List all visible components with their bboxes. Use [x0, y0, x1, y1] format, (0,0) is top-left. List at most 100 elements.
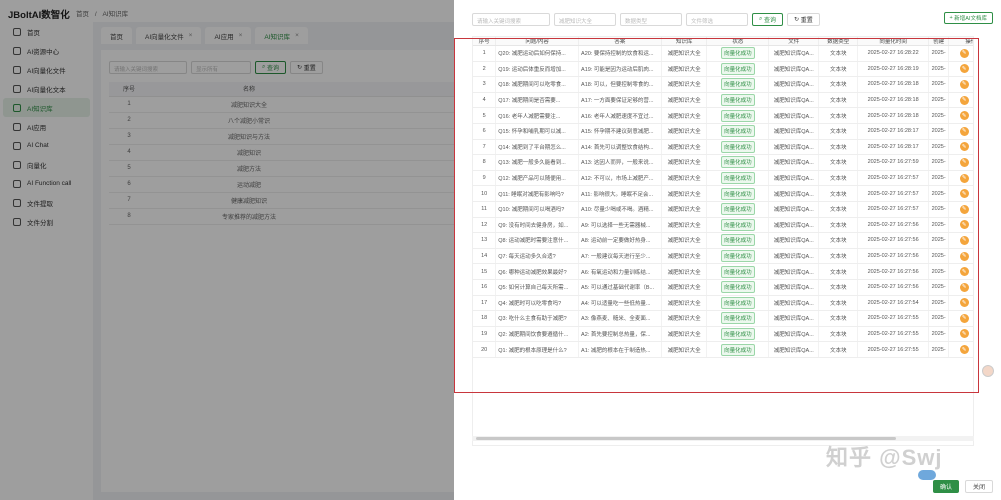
cell-created: 2025-: [928, 217, 950, 234]
edit-icon[interactable]: ✎: [959, 313, 969, 323]
edit-icon[interactable]: ✎: [959, 173, 969, 183]
edit-icon[interactable]: ✎: [959, 79, 969, 89]
edit-icon[interactable]: ✎: [959, 267, 969, 277]
edit-icon[interactable]: ✎: [959, 48, 969, 58]
edit-icon[interactable]: ✎: [959, 298, 969, 308]
doc-col-6: 数据类型: [818, 37, 859, 46]
delete-icon[interactable]: ▪: [972, 173, 973, 183]
cell-q: Q20: 减肥运动后如何保持...: [495, 45, 580, 62]
floating-avatar[interactable]: [982, 365, 994, 377]
cell-q: Q10: 减肥期间可以喝酒吗?: [495, 201, 580, 218]
table-row[interactable]: 2 Q19: 运动后体重反而增加... A19: 可能是因为运动后肌肉... 减肥知识…: [473, 61, 973, 78]
delete-icon[interactable]: ▪: [972, 204, 973, 214]
row-actions: ✎▪: [959, 95, 973, 105]
table-row[interactable]: 14 Q7: 每天运动多久合适? A7: 一般建议每天进行至少... 减肥知识大全 向量…: [473, 248, 973, 265]
table-row[interactable]: 13 Q8: 运动减肥时需要注意什... A8: 运动前一定要做好热身... 减肥知识…: [473, 232, 973, 249]
status-badge: 向量化成功: [721, 94, 755, 107]
table-row[interactable]: 18 Q3: 吃什么主食有助于减肥? A3: 像燕麦、糙米、全麦面... 减肥知识大全…: [473, 310, 973, 327]
drawer-reset-button[interactable]: ↻ 重置: [787, 12, 820, 26]
doc-col-0: 序号: [473, 37, 497, 46]
cell-status: 向量化成功: [706, 45, 770, 62]
table-row[interactable]: 20 Q1: 减肥的根本原理是什么? A1: 减肥的根本在于制造热... 减肥知识大全…: [473, 341, 973, 358]
add-doc-button[interactable]: + 新增AI文档库: [943, 12, 993, 24]
cell-file: 减肥知识库QA...: [768, 76, 820, 93]
table-row[interactable]: 9 Q12: 减肥产品可以随便用... A12: 不可以，市场上减肥产... 减肥知识…: [473, 170, 973, 187]
delete-icon[interactable]: ▪: [972, 235, 973, 245]
cell-kb: 减肥知识大全: [661, 154, 708, 171]
edit-icon[interactable]: ✎: [959, 95, 969, 105]
cell-kb: 减肥知识大全: [661, 341, 708, 358]
delete-icon[interactable]: ▪: [972, 329, 973, 339]
delete-icon[interactable]: ▪: [972, 282, 973, 292]
delete-icon[interactable]: ▪: [972, 126, 973, 136]
delete-icon[interactable]: ▪: [972, 267, 973, 277]
cell-actions: ✎▪: [948, 310, 973, 327]
drawer-kb-select[interactable]: 减肥知识大全: [554, 12, 616, 26]
cell-type: 文本块: [818, 295, 859, 312]
floating-assistant-button[interactable]: [918, 470, 936, 480]
delete-icon[interactable]: ▪: [972, 111, 973, 121]
delete-icon[interactable]: ▪: [972, 64, 973, 74]
cell-created: 2025-: [928, 295, 950, 312]
table-row[interactable]: 12 Q9: 没有时间去健身房，如... A9: 可以选择一些无需器械... 减肥知识…: [473, 217, 973, 234]
drawer-file-select[interactable]: 文件筛选: [686, 12, 748, 26]
row-actions: ✎▪: [959, 142, 973, 152]
edit-icon[interactable]: ✎: [959, 345, 969, 355]
delete-icon[interactable]: ▪: [972, 189, 973, 199]
table-row[interactable]: 4 Q17: 减肥期间是否需要... A17: 一方面要保证足够的营... 减肥知识大…: [473, 92, 973, 109]
close-button[interactable]: 关闭: [964, 480, 993, 493]
table-row[interactable]: 17 Q4: 减肥时可以吃零食吗? A4: 可以适量吃一些低热量... 减肥知识大全向…: [473, 295, 973, 312]
edit-icon[interactable]: ✎: [959, 111, 969, 121]
table-row[interactable]: 7 Q14: 减肥到了平台期怎么... A14: 首先可以调整饮食结构... 减肥知识…: [473, 139, 973, 156]
doc-col-4: 状态: [706, 37, 770, 46]
status-badge: 向量化成功: [721, 281, 755, 294]
delete-icon[interactable]: ▪: [972, 95, 973, 105]
delete-icon[interactable]: ▪: [972, 142, 973, 152]
delete-icon[interactable]: ▪: [972, 157, 973, 167]
cell-kb: 减肥知识大全: [661, 310, 708, 327]
edit-icon[interactable]: ✎: [959, 126, 969, 136]
table-row[interactable]: 5 Q16: 老年人减肥需要注... A16: 老年人减肥速度不宜过... 减肥知识大…: [473, 107, 973, 124]
cell-time: 2025-02-27 16:28:22: [857, 45, 929, 62]
edit-icon[interactable]: ✎: [959, 329, 969, 339]
table-row[interactable]: 1 Q20: 减肥运动后如何保持... A20: 要保持控制的饮食和运... 减肥知识…: [473, 45, 973, 62]
drawer-type-select[interactable]: 数据类型: [620, 12, 682, 26]
confirm-button[interactable]: 确认: [932, 480, 959, 493]
cell-no: 6: [473, 123, 497, 140]
edit-icon[interactable]: ✎: [959, 189, 969, 199]
delete-icon[interactable]: ▪: [972, 220, 973, 230]
cell-created: 2025-: [928, 61, 950, 78]
cell-time: 2025-02-27 16:27:57: [857, 185, 929, 202]
status-badge: 向量化成功: [721, 234, 755, 247]
edit-icon[interactable]: ✎: [959, 251, 969, 261]
cell-time: 2025-02-27 16:27:56: [857, 263, 929, 280]
drawer-query-button[interactable]: ⌕ 查询: [752, 12, 784, 26]
delete-icon[interactable]: ▪: [972, 313, 973, 323]
cell-no: 13: [473, 232, 497, 249]
delete-icon[interactable]: ▪: [972, 251, 973, 261]
edit-icon[interactable]: ✎: [959, 142, 969, 152]
table-row[interactable]: 3 Q18: 减肥期间可以吃零食... A18: 可以，但要控制零食的... 减肥知识…: [473, 76, 973, 93]
table-row[interactable]: 8 Q13: 减肥一般多久能看到... A13: 这因人而异，一般来说... 减肥知识…: [473, 154, 973, 171]
modal-overlay[interactable]: [0, 0, 454, 500]
delete-icon[interactable]: ▪: [972, 345, 973, 355]
cell-file: 减肥知识库QA...: [768, 201, 820, 218]
drawer-search-input[interactable]: 请输入关键词搜索: [472, 12, 550, 26]
edit-icon[interactable]: ✎: [959, 282, 969, 292]
table-row[interactable]: 19 Q2: 减肥期间饮食要遵循什... A2: 首先要控制总热量，保... 减肥知识…: [473, 326, 973, 343]
delete-icon[interactable]: ▪: [972, 48, 973, 58]
edit-icon[interactable]: ✎: [959, 220, 969, 230]
table-row[interactable]: 6 Q15: 怀孕和哺乳期可以减... A15: 怀孕期不建议刻意减肥... 减肥知识…: [473, 123, 973, 140]
edit-icon[interactable]: ✎: [959, 235, 969, 245]
delete-icon[interactable]: ▪: [972, 298, 973, 308]
edit-icon[interactable]: ✎: [959, 157, 969, 167]
table-row[interactable]: 10 Q11: 睡眠对减肥有影响吗? A11: 影响很大。睡眠不足会... 减肥知识大…: [473, 185, 973, 202]
cell-no: 12: [473, 217, 497, 234]
table-row[interactable]: 11 Q10: 减肥期间可以喝酒吗? A10: 尽量少喝或不喝。酒精... 减肥知识大…: [473, 201, 973, 218]
edit-icon[interactable]: ✎: [959, 204, 969, 214]
cell-kb: 减肥知识大全: [661, 76, 708, 93]
table-row[interactable]: 15 Q6: 哪种运动减肥效果最好? A6: 有氧运动和力量训练结... 减肥知识大全…: [473, 263, 973, 280]
edit-icon[interactable]: ✎: [959, 64, 969, 74]
delete-icon[interactable]: ▪: [972, 79, 973, 89]
table-row[interactable]: 16 Q5: 如何计算自己每天所需... A5: 可以通过基础代谢率（B... 减肥知…: [473, 279, 973, 296]
